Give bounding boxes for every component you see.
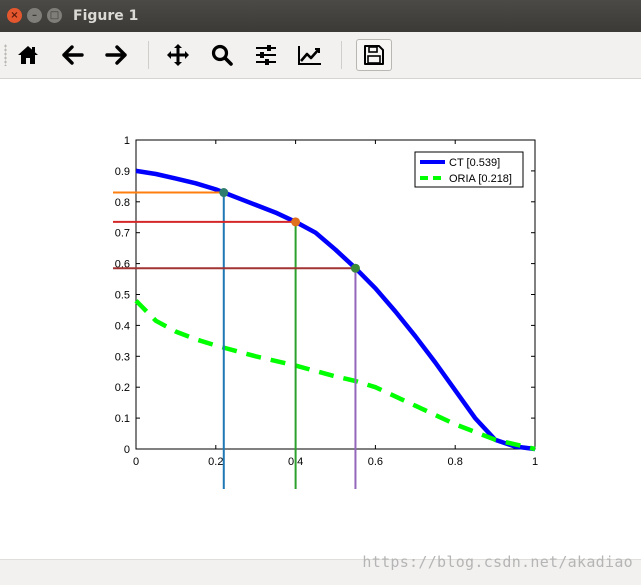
y-tick-label: 0.7	[115, 228, 130, 240]
forward-button[interactable]	[99, 39, 133, 71]
floppy-disk-icon	[364, 45, 384, 65]
subplots-button[interactable]	[249, 39, 283, 71]
y-tick-label: 0.8	[115, 197, 130, 209]
sliders-icon	[256, 45, 276, 65]
close-window-button[interactable]: ×	[7, 8, 22, 23]
maximize-icon: □	[49, 9, 60, 21]
x-tick-label: 0.8	[448, 456, 463, 468]
y-tick-label: 0.1	[115, 413, 130, 425]
arrow-left-icon	[62, 45, 84, 65]
marker-point	[291, 217, 301, 227]
window-title: Figure 1	[73, 8, 139, 24]
line-chart-icon	[298, 46, 321, 65]
toolbar-separator	[148, 41, 149, 69]
minimize-window-button[interactable]: –	[27, 8, 42, 23]
toolbar-separator	[341, 41, 342, 69]
save-button[interactable]	[356, 39, 392, 71]
y-tick-label: 0.2	[115, 382, 130, 394]
y-tick-label: 0.5	[115, 290, 130, 302]
plot-figure[interactable]: 00.10.20.30.40.50.60.70.80.9100.20.40.60…	[0, 79, 641, 559]
minimize-icon: –	[32, 9, 37, 21]
edit-axes-button[interactable]	[293, 39, 327, 71]
x-tick-label: 1	[532, 456, 538, 468]
y-tick-label: 0.9	[115, 166, 130, 178]
zoom-button[interactable]	[205, 39, 239, 71]
back-button[interactable]	[56, 39, 90, 71]
home-icon	[18, 46, 38, 64]
magnifier-icon	[211, 44, 233, 66]
legend-label: CT [0.539]	[449, 157, 500, 169]
maximize-window-button[interactable]: □	[47, 8, 62, 23]
move-icon	[167, 44, 189, 66]
figure-toolbar	[0, 32, 641, 79]
watermark-text: https://blog.csdn.net/akadiao	[362, 553, 633, 571]
y-tick-label: 1	[124, 135, 130, 147]
toolbar-grip[interactable]	[4, 44, 7, 66]
x-tick-label: 0.2	[208, 456, 223, 468]
x-tick-label: 0.6	[368, 456, 383, 468]
marker-point	[350, 263, 360, 273]
y-tick-label: 0.4	[115, 320, 130, 332]
marker-point	[219, 188, 229, 198]
window-titlebar: × – □ Figure 1	[0, 0, 641, 33]
home-button[interactable]	[11, 39, 45, 71]
y-tick-label: 0.3	[115, 351, 130, 363]
x-tick-label: 0	[133, 456, 139, 468]
series-line-oria	[134, 299, 536, 452]
pan-button[interactable]	[161, 39, 195, 71]
close-icon: ×	[10, 9, 19, 21]
y-tick-label: 0	[124, 444, 130, 456]
legend-label: ORIA [0.218]	[449, 173, 512, 185]
arrow-right-icon	[105, 45, 127, 65]
series-line-ct	[135, 168, 536, 452]
figure-canvas[interactable]: 00.10.20.30.40.50.60.70.80.9100.20.40.60…	[0, 79, 641, 559]
